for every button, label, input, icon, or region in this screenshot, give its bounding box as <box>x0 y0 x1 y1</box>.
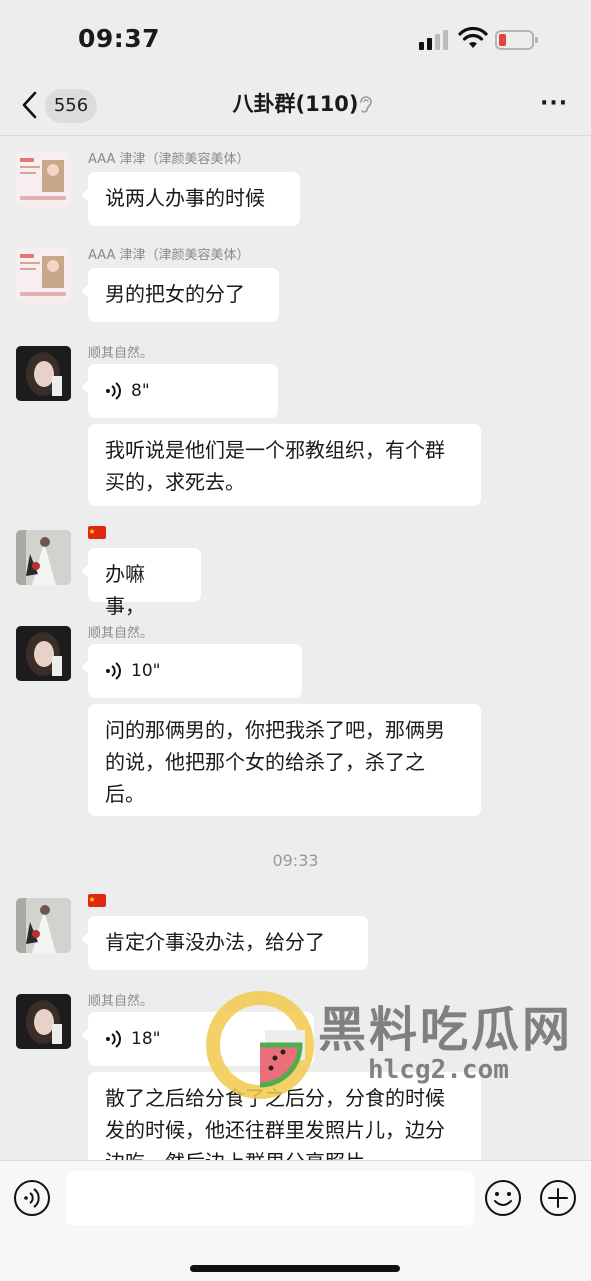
battery-low-icon <box>495 30 538 50</box>
sender-name: 顺其自然。 <box>88 626 154 641</box>
message-bubble[interactable]: 问的那俩男的，你把我杀了吧，那俩男的说，他把那个女的给杀了，杀了之后。 <box>88 704 481 816</box>
sender-flag <box>88 526 106 543</box>
message-input[interactable] <box>66 1171 474 1225</box>
message-bubble[interactable]: 肯定介事没办法，给分了 <box>81 916 368 970</box>
watermark-url: hlcg2.com <box>368 1055 509 1085</box>
chat-header: 556 八卦群(110) ··· <box>0 80 591 136</box>
voice-input-icon[interactable] <box>13 1179 51 1217</box>
sender-name: 顺其自然。 <box>88 346 154 361</box>
voice-wave-icon <box>106 662 121 680</box>
sender-name: 顺其自然。 <box>88 994 154 1009</box>
wifi-icon <box>458 26 488 48</box>
voice-message-bubble[interactable]: 8" <box>81 364 278 418</box>
message-bubble[interactable]: 我听说是他们是一个邪教组织，有个群买的，求死去。 <box>88 424 481 506</box>
ear-mute-icon <box>360 96 372 113</box>
avatar[interactable] <box>16 152 71 207</box>
input-bar <box>0 1160 591 1281</box>
plus-circle-icon[interactable] <box>539 1179 577 1217</box>
more-dots-icon[interactable]: ··· <box>540 93 567 118</box>
status-time: 09:37 <box>78 24 161 53</box>
home-indicator[interactable] <box>190 1265 400 1272</box>
message-bubble[interactable]: 说两人办事的时候 <box>81 172 300 226</box>
sender-name: AAA 津津（津颜美容美体） <box>88 248 250 263</box>
signal-icon <box>419 30 448 50</box>
avatar[interactable] <box>16 248 71 303</box>
message-bubble[interactable]: 男的把女的分了 <box>81 268 279 322</box>
watermark-brand: 黑料吃瓜网 <box>318 1002 574 1058</box>
avatar[interactable] <box>16 626 71 681</box>
voice-wave-icon <box>106 1030 121 1048</box>
chat-title[interactable]: 八卦群(110) <box>0 88 591 118</box>
message-bubble[interactable]: 办嘛事， <box>81 548 201 618</box>
voice-duration: 18" <box>131 1029 161 1049</box>
voice-duration: 10" <box>131 661 161 681</box>
avatar[interactable] <box>16 346 71 401</box>
china-flag-icon <box>88 526 106 539</box>
voice-message-bubble[interactable]: 10" <box>81 644 302 698</box>
timestamp-separator: 09:33 <box>272 851 319 870</box>
watermark-logo <box>206 991 314 1099</box>
status-bar: 09:37 <box>0 0 591 80</box>
avatar[interactable] <box>16 994 71 1049</box>
avatar[interactable] <box>16 530 71 585</box>
voice-wave-icon <box>106 382 121 400</box>
sender-flag <box>88 894 106 911</box>
avatar[interactable] <box>16 898 71 953</box>
sender-name: AAA 津津（津颜美容美体） <box>88 152 250 167</box>
emoji-icon[interactable] <box>484 1179 522 1217</box>
voice-duration: 8" <box>131 381 150 401</box>
china-flag-icon <box>88 894 106 907</box>
